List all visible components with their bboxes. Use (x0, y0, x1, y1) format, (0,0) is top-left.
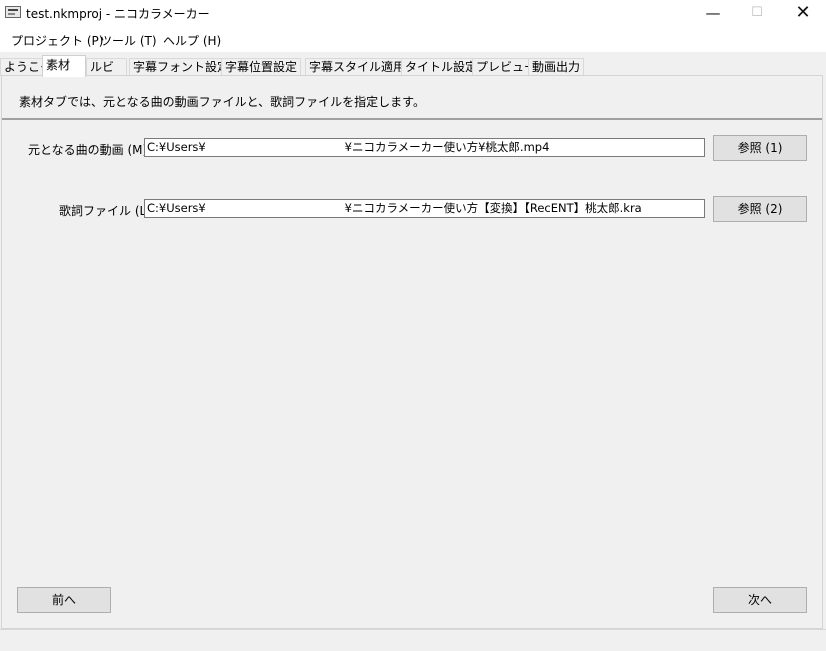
window-title: test.nkmproj - ニコカラメーカー (26, 7, 210, 21)
status-bar (0, 629, 826, 651)
tab-video-output[interactable]: 動画出力 (528, 58, 585, 76)
tab-subtitle-position[interactable]: 字幕位置設定 (221, 58, 302, 76)
tab-subtitle-style[interactable]: 字幕スタイル適用 (305, 58, 410, 76)
minimize-button[interactable]: — (690, 0, 736, 28)
tab-ruby[interactable]: ルビ (86, 58, 127, 76)
prev-button[interactable]: 前へ (17, 587, 111, 613)
tab-title-settings[interactable]: タイトル設定 (401, 58, 482, 76)
movie-file-label: 元となる曲の動画 (M): (28, 143, 152, 157)
menu-tools[interactable]: ツール (T) (100, 32, 157, 49)
title-bar: test.nkmproj - ニコカラメーカー — ☐ ✕ (0, 0, 826, 28)
description-box: 素材タブでは、元となる曲の動画ファイルと、歌詞ファイルを指定します。 (2, 76, 822, 120)
next-button[interactable]: 次へ (713, 587, 807, 613)
browse-movie-button[interactable]: 参照 (1) (713, 135, 807, 161)
menu-project[interactable]: プロジェクト (P) (11, 32, 103, 49)
close-button[interactable]: ✕ (780, 0, 826, 28)
tab-subtitle-font[interactable]: 字幕フォント設定 (129, 58, 234, 76)
maximize-button[interactable]: ☐ (734, 0, 780, 28)
browse-lyrics-button[interactable]: 参照 (2) (713, 196, 807, 222)
tab-strip: ようこそ 素材 ルビ 字幕フォント設定 字幕位置設定 字幕スタイル適用 タイトル… (0, 52, 826, 77)
app-window-icon (5, 6, 21, 18)
description-text: 素材タブでは、元となる曲の動画ファイルと、歌詞ファイルを指定します。 (19, 95, 425, 109)
tab-materials[interactable]: 素材 (42, 55, 86, 77)
materials-panel: 素材タブでは、元となる曲の動画ファイルと、歌詞ファイルを指定します。 元となる曲… (1, 75, 823, 629)
lyrics-file-input[interactable]: C:¥Users¥ ¥ニコカラメーカー使い方【変換】【RecENT】桃太郎.kr… (144, 199, 705, 218)
lyrics-file-label: 歌詞ファイル (L): (59, 204, 155, 218)
menu-help[interactable]: ヘルプ (H) (163, 32, 221, 49)
menu-bar: プロジェクト (P) ツール (T) ヘルプ (H) (0, 28, 826, 52)
movie-file-input[interactable]: C:¥Users¥ ¥ニコカラメーカー使い方¥桃太郎.mp4 (144, 138, 705, 157)
